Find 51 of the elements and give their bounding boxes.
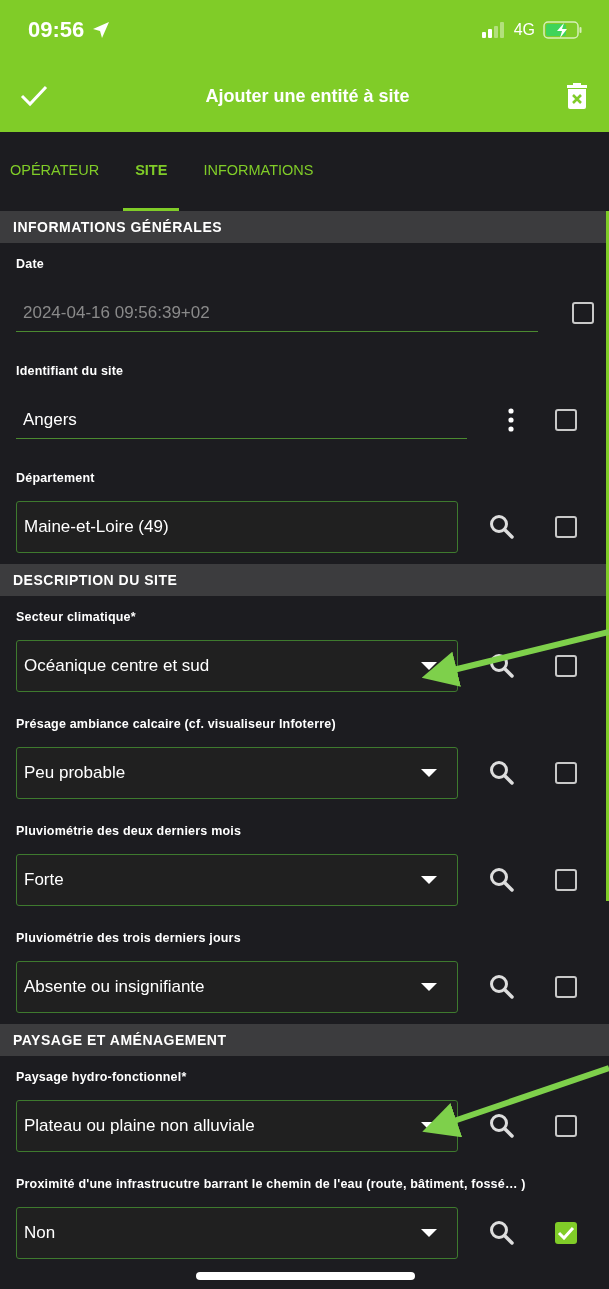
dropdown[interactable]: Océanique centre et sud (16, 640, 458, 692)
caret-icon (421, 1229, 437, 1237)
battery-icon (543, 21, 583, 39)
checkbox[interactable] (555, 409, 577, 431)
input-field[interactable]: Maine-et-Loire (49) (16, 501, 458, 553)
checkbox[interactable] (555, 1115, 577, 1137)
signal-icon (481, 22, 506, 38)
checkbox[interactable] (555, 869, 577, 891)
dropdown[interactable]: Peu probable (16, 747, 458, 799)
more-icon[interactable] (508, 408, 514, 432)
dropdown[interactable]: Forte (16, 854, 458, 906)
field-label: Département (16, 471, 96, 487)
section-header: DESCRIPTION DU SITE (0, 564, 609, 596)
checkbox[interactable] (555, 516, 577, 538)
page-title: Ajouter une entité à site (205, 85, 410, 107)
tab[interactable]: OPÉRATEUR (10, 132, 100, 211)
checkbox[interactable] (555, 976, 577, 998)
search-icon[interactable] (489, 1113, 515, 1139)
field-label: Pluviométrie des deux derniers mois (16, 824, 243, 840)
text-field[interactable]: Angers (16, 401, 467, 439)
checkbox[interactable] (555, 1222, 577, 1244)
search-icon[interactable] (489, 1220, 515, 1246)
caret-icon (421, 983, 437, 991)
network-label: 4G (513, 21, 535, 39)
search-icon[interactable] (489, 974, 515, 1000)
field-label: Identifiant du site (16, 364, 125, 380)
search-icon[interactable] (489, 760, 515, 786)
field-label: Secteur climatique* (16, 610, 137, 626)
search-icon[interactable] (489, 514, 515, 540)
dropdown[interactable]: Absente ou insignifiante (16, 961, 458, 1013)
checkbox[interactable] (572, 302, 594, 324)
status-time: 09:56 (28, 17, 85, 43)
search-icon[interactable] (489, 653, 515, 679)
tab[interactable]: INFORMATIONS (203, 132, 314, 211)
field-label: Présage ambiance calcaire (cf. visualiseur Infoterre) (16, 717, 337, 733)
field-label: Proximité d'une infrastrucutre barrant le chemin de l'eau (route, bâtiment, fossé… ) (16, 1177, 527, 1193)
dropdown[interactable]: Non (16, 1207, 458, 1259)
caret-icon (421, 876, 437, 884)
search-icon[interactable] (489, 867, 515, 893)
section-header: PAYSAGE ET AMÉNAGEMENT (0, 1024, 609, 1056)
caret-icon (421, 662, 437, 670)
caret-icon (421, 769, 437, 777)
date-field: 2024-04-16 09:56:39+02 (16, 294, 538, 332)
check-icon[interactable] (20, 85, 48, 107)
field-label: Date (16, 257, 45, 273)
field-label: Paysage hydro-fonctionnel* (16, 1070, 188, 1086)
field-label: Pluviométrie des trois derniers jours (16, 931, 242, 947)
location-icon (92, 21, 111, 39)
checkbox[interactable] (555, 762, 577, 784)
section-header: INFORMATIONS GÉNÉRALES (0, 211, 609, 243)
checkbox[interactable] (555, 655, 577, 677)
